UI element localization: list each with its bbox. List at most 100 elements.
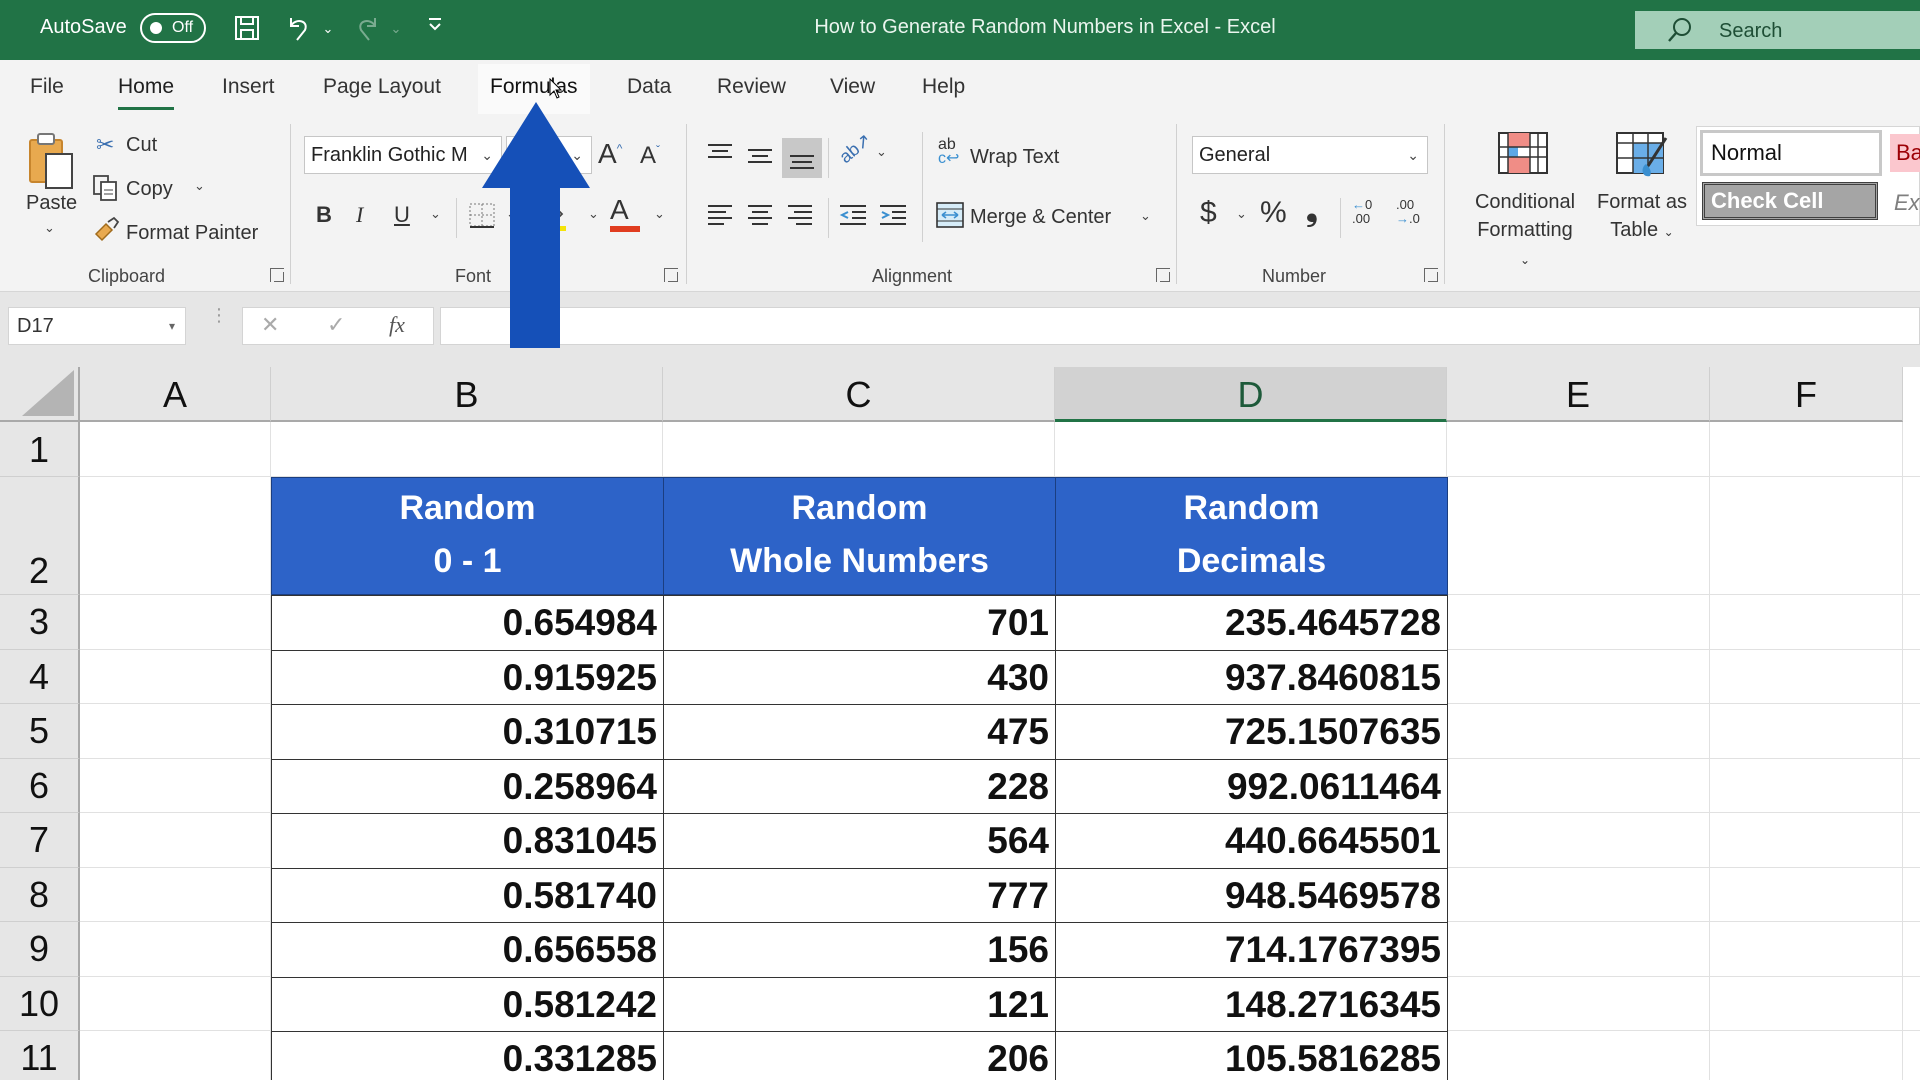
style-explanatory[interactable]: Ex bbox=[1894, 186, 1920, 220]
table-cell[interactable]: 0.915925 bbox=[271, 649, 664, 705]
orientation-dropdown-icon[interactable]: ⌄ bbox=[876, 144, 887, 160]
merge-center-button[interactable]: Merge & Center bbox=[970, 206, 1111, 229]
column-header-b[interactable]: B bbox=[271, 367, 663, 422]
row-header-10[interactable]: 10 bbox=[0, 976, 80, 1031]
table-cell[interactable]: 148.2716345 bbox=[1055, 976, 1448, 1032]
row-header-7[interactable]: 7 bbox=[0, 813, 80, 868]
name-box-dropdown-icon[interactable]: ▾ bbox=[169, 308, 175, 344]
table-cell[interactable]: 0.656558 bbox=[271, 922, 664, 978]
bold-button[interactable]: B bbox=[316, 202, 332, 228]
number-format-combo[interactable]: General ⌄ bbox=[1192, 136, 1428, 174]
tab-page-layout[interactable]: Page Layout bbox=[311, 76, 453, 110]
font-color-icon[interactable]: A bbox=[610, 194, 629, 226]
bottom-align-button[interactable] bbox=[782, 138, 822, 178]
decrease-font-size-icon[interactable]: Aˇ bbox=[640, 142, 660, 170]
tab-data[interactable]: Data bbox=[615, 76, 683, 110]
increase-indent-icon[interactable] bbox=[878, 202, 908, 233]
table-cell[interactable]: 430 bbox=[663, 649, 1056, 705]
table-cell[interactable]: 714.1767395 bbox=[1055, 922, 1448, 978]
decrease-decimal-button[interactable]: .00 →.0 bbox=[1396, 198, 1420, 226]
style-normal[interactable]: Normal bbox=[1700, 130, 1882, 176]
tab-help[interactable]: Help bbox=[910, 76, 977, 110]
table-cell[interactable]: 156 bbox=[663, 922, 1056, 978]
number-launcher-icon[interactable] bbox=[1424, 268, 1438, 282]
cancel-icon[interactable]: ✕ bbox=[261, 312, 279, 338]
row-header-9[interactable]: 9 bbox=[0, 922, 80, 977]
align-right-icon[interactable] bbox=[786, 202, 814, 233]
comma-style-button[interactable]: ❟ bbox=[1306, 194, 1318, 228]
table-cell[interactable]: 228 bbox=[663, 758, 1056, 814]
merge-center-dropdown-icon[interactable]: ⌄ bbox=[1140, 208, 1151, 224]
tab-view[interactable]: View bbox=[818, 76, 887, 110]
wrap-text-button[interactable]: Wrap Text bbox=[970, 146, 1059, 169]
underline-button[interactable]: U bbox=[394, 202, 410, 228]
table-cell[interactable]: 725.1507635 bbox=[1055, 704, 1448, 760]
increase-decimal-button[interactable]: ←0.00 bbox=[1352, 198, 1372, 226]
column-header-e[interactable]: E bbox=[1447, 367, 1710, 422]
decrease-indent-icon[interactable] bbox=[838, 202, 868, 233]
row-header-1[interactable]: 1 bbox=[0, 422, 80, 477]
table-cell[interactable]: 564 bbox=[663, 813, 1056, 869]
column-header-d[interactable]: D bbox=[1055, 367, 1447, 422]
paste-dropdown-icon[interactable]: ⌄ bbox=[44, 220, 55, 236]
cut-button[interactable]: Cut bbox=[126, 134, 157, 157]
increase-font-size-icon[interactable]: A^ bbox=[598, 138, 622, 170]
table-cell[interactable]: 0.654984 bbox=[271, 595, 664, 651]
paste-button[interactable] bbox=[24, 128, 78, 200]
row-header-4[interactable]: 4 bbox=[0, 649, 80, 704]
table-cell[interactable]: 0.831045 bbox=[271, 813, 664, 869]
table-cell[interactable]: 937.8460815 bbox=[1055, 649, 1448, 705]
table-header-cell[interactable]: Random Decimals bbox=[1055, 477, 1448, 595]
tab-home[interactable]: Home bbox=[106, 76, 186, 110]
insert-function-icon[interactable]: fx bbox=[389, 312, 405, 338]
copy-button[interactable]: Copy bbox=[126, 178, 173, 201]
style-check-cell[interactable]: Check Cell bbox=[1702, 182, 1878, 220]
style-bad[interactable]: Ba bbox=[1890, 134, 1920, 172]
table-cell[interactable]: 235.4645728 bbox=[1055, 595, 1448, 651]
table-cell[interactable]: 121 bbox=[663, 976, 1056, 1032]
row-header-11[interactable]: 11 bbox=[0, 1031, 80, 1080]
currency-button[interactable]: $ bbox=[1200, 196, 1217, 230]
row-header-2[interactable]: 2 bbox=[0, 477, 80, 595]
table-cell[interactable]: 0.258964 bbox=[271, 758, 664, 814]
font-name-combo[interactable]: Franklin Gothic M ⌄ bbox=[304, 136, 502, 174]
tab-file[interactable]: File bbox=[18, 76, 76, 110]
table-cell[interactable]: 777 bbox=[663, 867, 1056, 923]
table-header-cell[interactable]: Random 0 - 1 bbox=[271, 477, 664, 595]
formula-bar-resize-handle[interactable]: ⋮ bbox=[210, 306, 228, 324]
name-box[interactable]: D17 ▾ bbox=[8, 307, 186, 345]
align-center-icon[interactable] bbox=[746, 202, 774, 233]
table-cell[interactable]: 440.6645501 bbox=[1055, 813, 1448, 869]
clipboard-launcher-icon[interactable] bbox=[270, 268, 284, 282]
font-launcher-icon[interactable] bbox=[664, 268, 678, 282]
table-cell[interactable]: 105.5816285 bbox=[1055, 1031, 1448, 1080]
orientation-icon[interactable]: ab↗ bbox=[835, 129, 875, 168]
row-header-3[interactable]: 3 bbox=[0, 595, 80, 650]
enter-icon[interactable]: ✓ bbox=[327, 312, 345, 338]
table-cell[interactable]: 0.581242 bbox=[271, 976, 664, 1032]
table-cell[interactable]: 992.0611464 bbox=[1055, 758, 1448, 814]
font-color-dropdown-icon[interactable]: ⌄ bbox=[654, 206, 665, 222]
conditional-formatting-button[interactable]: Conditional Formatting ⌄ bbox=[1470, 188, 1580, 274]
middle-align-icon[interactable] bbox=[746, 144, 774, 173]
top-align-icon[interactable] bbox=[706, 142, 734, 171]
column-header-c[interactable]: C bbox=[663, 367, 1055, 422]
copy-dropdown-icon[interactable]: ⌄ bbox=[194, 178, 205, 194]
table-cell[interactable]: 206 bbox=[663, 1031, 1056, 1080]
align-left-icon[interactable] bbox=[706, 202, 734, 233]
italic-button[interactable]: I bbox=[356, 202, 363, 228]
currency-dropdown-icon[interactable]: ⌄ bbox=[1236, 206, 1247, 222]
table-cell[interactable]: 948.5469578 bbox=[1055, 867, 1448, 923]
select-all-button[interactable] bbox=[0, 367, 80, 422]
underline-dropdown-icon[interactable]: ⌄ bbox=[430, 206, 441, 222]
table-cell[interactable]: 0.310715 bbox=[271, 704, 664, 760]
tab-review[interactable]: Review bbox=[705, 76, 798, 110]
tab-insert[interactable]: Insert bbox=[210, 76, 287, 110]
formula-input[interactable] bbox=[440, 307, 1920, 345]
table-header-cell[interactable]: Random Whole Numbers bbox=[663, 477, 1056, 595]
row-header-8[interactable]: 8 bbox=[0, 867, 80, 922]
table-cell[interactable]: 0.331285 bbox=[271, 1031, 664, 1080]
row-header-6[interactable]: 6 bbox=[0, 758, 80, 813]
row-header-5[interactable]: 5 bbox=[0, 704, 80, 759]
search-box[interactable]: Search bbox=[1635, 11, 1920, 49]
